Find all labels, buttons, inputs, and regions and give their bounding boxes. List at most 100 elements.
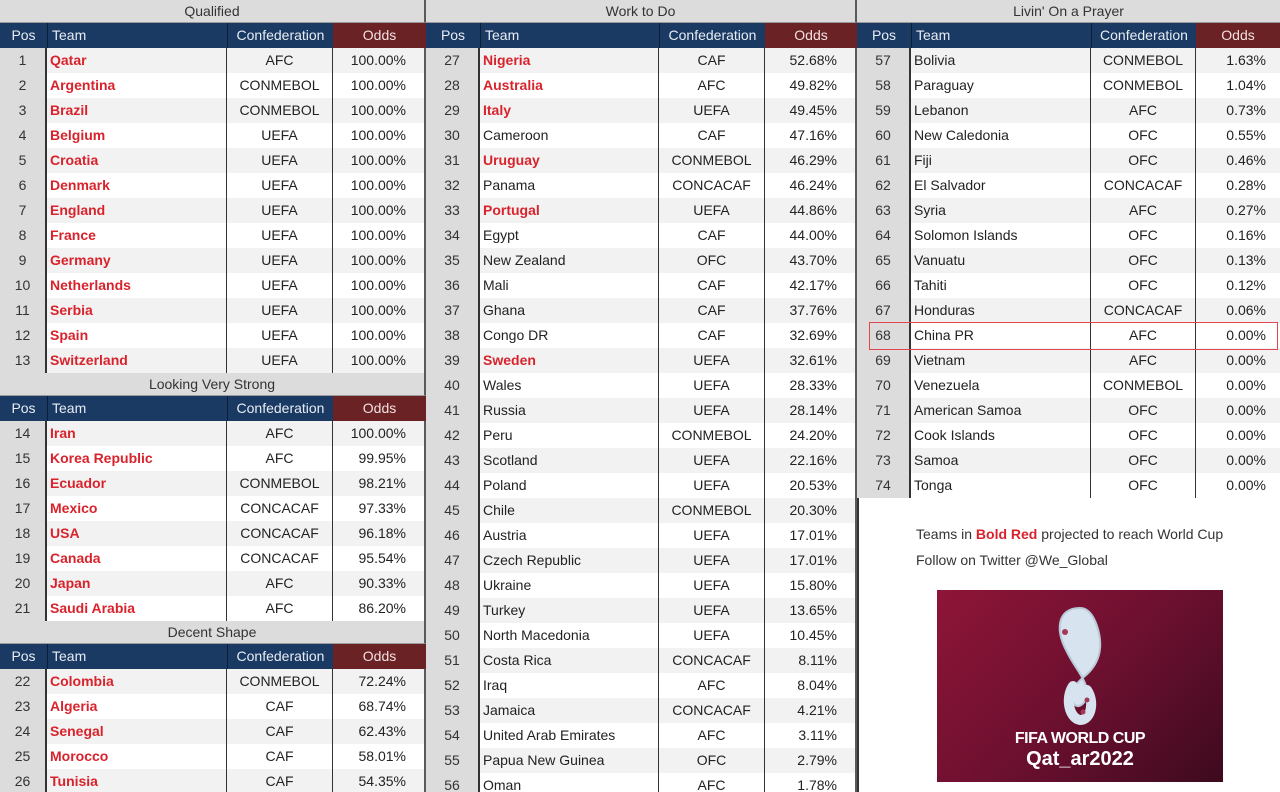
cell-odds: 46.29% xyxy=(765,148,857,173)
cell-team: Russia xyxy=(480,398,659,423)
cell-odds: 100.00% xyxy=(333,173,426,198)
cell-team: American Samoa xyxy=(911,398,1091,423)
table-row: 65 Vanuatu OFC 0.13% xyxy=(857,248,1280,273)
table-row: 36 Mali CAF 42.17% xyxy=(426,273,857,298)
cell-odds: 28.33% xyxy=(765,373,857,398)
cell-team: Costa Rica xyxy=(480,648,659,673)
cell-odds: 20.53% xyxy=(765,473,857,498)
cell-odds: 20.30% xyxy=(765,498,857,523)
cell-pos: 31 xyxy=(426,148,480,173)
cell-confederation: OFC xyxy=(659,248,765,273)
cell-confederation: OFC xyxy=(1091,248,1196,273)
cell-pos: 54 xyxy=(426,723,480,748)
cell-team: United Arab Emirates xyxy=(480,723,659,748)
table-row: 29 Italy UEFA 49.45% xyxy=(426,98,857,123)
cell-odds: 100.00% xyxy=(333,73,426,98)
cell-pos: 65 xyxy=(857,248,911,273)
cell-pos: 30 xyxy=(426,123,480,148)
cell-pos: 26 xyxy=(0,769,47,792)
cell-pos: 60 xyxy=(857,123,911,148)
header-confederation: Confederation xyxy=(227,644,333,669)
header-pos: Pos xyxy=(0,23,47,48)
cell-odds: 100.00% xyxy=(333,298,426,323)
cell-odds: 98.21% xyxy=(333,471,426,496)
header-confederation: Confederation xyxy=(227,396,333,421)
cell-pos: 66 xyxy=(857,273,911,298)
cell-confederation: OFC xyxy=(1091,123,1196,148)
table-row: 53 Jamaica CONCACAF 4.21% xyxy=(426,698,857,723)
cell-confederation: AFC xyxy=(1091,198,1196,223)
cell-confederation: UEFA xyxy=(659,373,765,398)
table-row: 58 Paraguay CONMEBOL 1.04% xyxy=(857,73,1280,98)
cell-pos: 39 xyxy=(426,348,480,373)
cell-pos: 15 xyxy=(0,446,47,471)
cell-team: Uruguay xyxy=(480,148,659,173)
cell-odds: 68.74% xyxy=(333,694,426,719)
table-row: 21 Saudi Arabia AFC 86.20% xyxy=(0,596,426,621)
cell-confederation: CONCACAF xyxy=(227,546,333,571)
cell-team: Japan xyxy=(47,571,227,596)
cell-odds: 0.12% xyxy=(1226,277,1266,293)
cell-team: Czech Republic xyxy=(480,548,659,573)
table-header: Pos Team Confederation Odds xyxy=(426,23,857,48)
table-row: 12 Spain UEFA 100.00% xyxy=(0,323,426,348)
table-row: 60 New Caledonia OFC 0.55% xyxy=(857,123,1280,148)
cell-odds: 97.33% xyxy=(333,496,426,521)
cell-confederation: OFC xyxy=(1091,398,1196,423)
right-column: Livin' On a Prayer Pos Team Confederation Od… xyxy=(857,0,1280,792)
cell-odds: 0.00% xyxy=(1226,327,1266,343)
table-row: 71 American Samoa OFC 0.00% xyxy=(857,398,1280,423)
cell-odds: 0.00% xyxy=(1226,452,1266,468)
table-row: 41 Russia UEFA 28.14% xyxy=(426,398,857,423)
header-pos: Pos xyxy=(0,644,47,669)
table-row: 51 Costa Rica CONCACAF 8.11% xyxy=(426,648,857,673)
cell-confederation: CAF xyxy=(227,694,333,719)
cell-team: France xyxy=(47,223,227,248)
cell-odds: 100.00% xyxy=(333,123,426,148)
cell-pos: 47 xyxy=(426,548,480,573)
cell-confederation: AFC xyxy=(227,596,333,621)
cell-confederation: UEFA xyxy=(659,598,765,623)
section-title: Qualified xyxy=(0,0,426,23)
cell-pos: 69 xyxy=(857,348,911,373)
cell-team: Wales xyxy=(480,373,659,398)
cell-odds: 17.01% xyxy=(765,548,857,573)
cell-confederation: AFC xyxy=(227,571,333,596)
cell-confederation: UEFA xyxy=(659,623,765,648)
table-row: 31 Uruguay CONMEBOL 46.29% xyxy=(426,148,857,173)
cell-pos: 20 xyxy=(0,571,47,596)
cell-odds: 13.65% xyxy=(765,598,857,623)
table-row: 18 USA CONCACAF 96.18% xyxy=(0,521,426,546)
cell-team: Germany xyxy=(47,248,227,273)
header-pos: Pos xyxy=(426,23,480,48)
cell-confederation: OFC xyxy=(1091,473,1196,498)
cell-odds: 3.11% xyxy=(765,723,857,748)
table-row: 28 Australia AFC 49.82% xyxy=(426,73,857,98)
cell-confederation: UEFA xyxy=(227,123,333,148)
section-decent-shape: Decent Shape Pos Team Confederation Odds 22 Co… xyxy=(0,621,426,792)
cell-confederation: CONMEBOL xyxy=(227,73,333,98)
cell-pos: 19 xyxy=(0,546,47,571)
cell-confederation: CONMEBOL xyxy=(227,669,333,694)
cell-pos: 68 xyxy=(857,323,911,348)
cell-confederation: CONMEBOL xyxy=(659,148,765,173)
cell-odds: 43.70% xyxy=(765,248,857,273)
cell-odds: 44.00% xyxy=(765,223,857,248)
table-row: 69 Vietnam AFC 0.00% xyxy=(857,348,1280,373)
table-header: Pos Team Confederation Odds xyxy=(0,644,426,669)
header-odds: Odds xyxy=(1196,23,1280,48)
cell-odds: 100.00% xyxy=(333,148,426,173)
table-row: 54 United Arab Emirates AFC 3.11% xyxy=(426,723,857,748)
section-title: Work to Do xyxy=(426,0,857,23)
cell-team: Croatia xyxy=(47,148,227,173)
cell-confederation: UEFA xyxy=(659,198,765,223)
cell-odds: 0.16% xyxy=(1226,227,1266,243)
cell-pos: 64 xyxy=(857,223,911,248)
cell-confederation: UEFA xyxy=(227,348,333,373)
cell-pos: 59 xyxy=(857,98,911,123)
cell-confederation: CAF xyxy=(227,769,333,792)
cell-pos: 45 xyxy=(426,498,480,523)
cell-odds: 96.18% xyxy=(333,521,426,546)
cell-confederation: AFC xyxy=(659,73,765,98)
cell-pos: 7 xyxy=(0,198,47,223)
